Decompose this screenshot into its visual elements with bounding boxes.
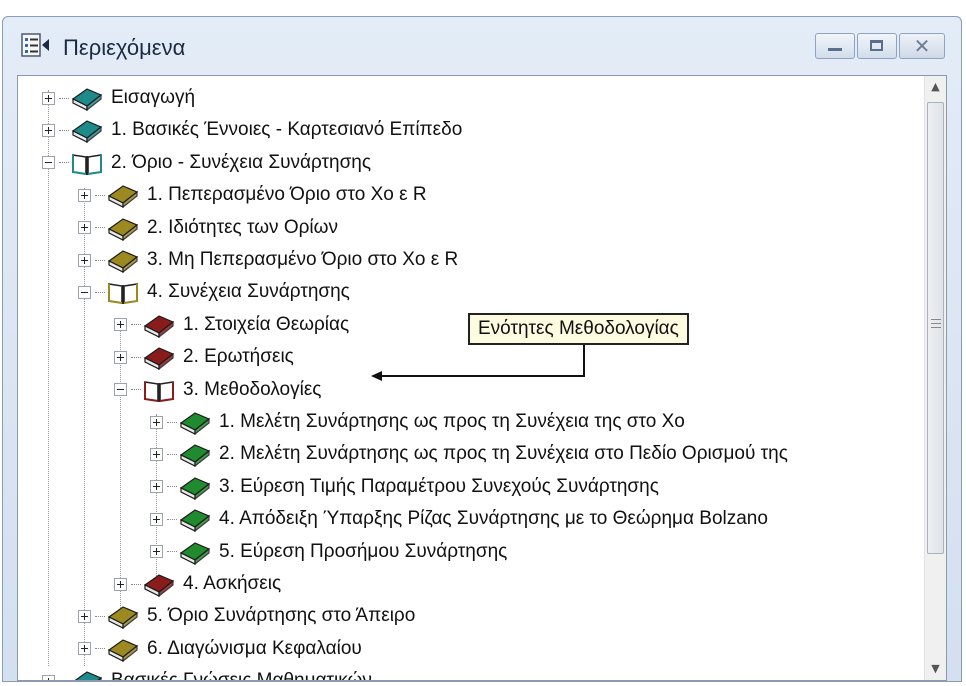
scroll-up-button[interactable]: ▲: [925, 76, 946, 98]
scroll-up-icon: ▲: [931, 80, 940, 93]
contents-window: Περιεχόμενα ✕ Εισαγωγή 1. Βασικές Έννοιες…: [2, 16, 962, 682]
maximize-icon: [870, 40, 883, 51]
contents-panel: Εισαγωγή 1. Βασικές Έννοιες - Καρτεσιανό …: [17, 75, 947, 681]
scroll-thumb[interactable]: [927, 102, 944, 554]
callout-arrow: [371, 345, 585, 381]
contents-list-icon: [21, 33, 49, 57]
maximize-button[interactable]: [857, 33, 897, 59]
scroll-down-button[interactable]: ▼: [925, 658, 946, 680]
window-title: Περιεχόμενα: [63, 35, 186, 60]
vertical-scrollbar[interactable]: ▲ ▼: [924, 76, 946, 680]
scroll-grip-icon: [931, 319, 941, 328]
scroll-down-icon: ▼: [931, 662, 940, 675]
title-bar[interactable]: Περιεχόμενα ✕: [3, 17, 961, 77]
close-button[interactable]: ✕: [899, 33, 945, 59]
minimize-button[interactable]: [815, 33, 855, 59]
minimize-icon: [828, 48, 842, 51]
close-icon: ✕: [913, 34, 931, 58]
